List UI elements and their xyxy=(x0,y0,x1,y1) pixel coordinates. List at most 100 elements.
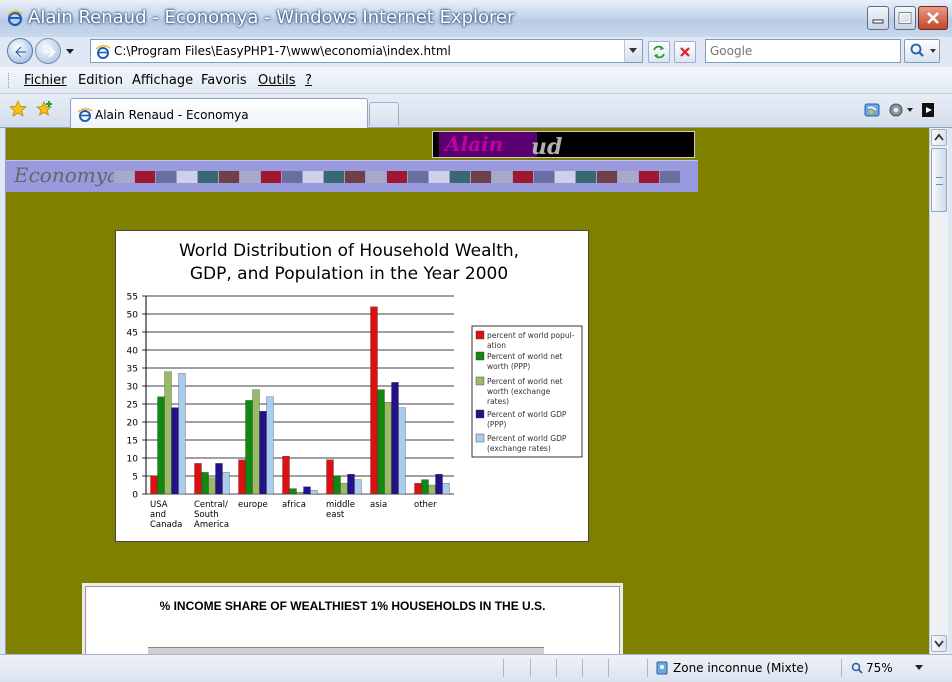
refresh-button[interactable] xyxy=(648,41,670,63)
security-zone-text[interactable]: Zone inconnue (Mixte) xyxy=(673,661,809,675)
zoom-level[interactable]: 75% xyxy=(866,661,893,675)
stripe-segment xyxy=(345,171,365,183)
stripe-segment xyxy=(576,171,596,183)
y-tick-label: 0 xyxy=(132,491,138,501)
y-tick-label: 15 xyxy=(127,437,138,447)
page-content[interactable]: Alain ud Economya World Distribution of … xyxy=(5,128,929,654)
stripe-segment xyxy=(555,171,575,183)
stripe-segment xyxy=(261,171,281,183)
stripe-segment xyxy=(282,171,302,183)
chart-bar xyxy=(326,459,334,495)
toolbar-grip[interactable] xyxy=(8,73,11,88)
stripe-segment xyxy=(429,171,449,183)
chart-svg: World Distribution of Household Wealth, G… xyxy=(127,241,583,530)
menu-affichage[interactable]: Affichage xyxy=(132,73,193,88)
legend-swatch xyxy=(475,433,485,443)
close-icon xyxy=(927,12,939,24)
search-box[interactable] xyxy=(705,39,901,63)
search-input[interactable] xyxy=(710,41,890,61)
favorites-star-icon[interactable] xyxy=(9,100,27,118)
income-chart-base xyxy=(148,647,544,654)
minimize-button[interactable] xyxy=(867,6,889,30)
scroll-thumb[interactable] xyxy=(931,148,947,212)
chart-bar xyxy=(303,486,311,495)
status-divider xyxy=(841,659,842,677)
stripe-segment xyxy=(639,171,659,183)
legend-label: ation xyxy=(487,341,506,350)
legend-label: rates) xyxy=(487,397,509,406)
chart-bar xyxy=(347,474,355,495)
chart-bar xyxy=(391,382,399,495)
research-icon[interactable] xyxy=(920,100,938,120)
menu-favoris[interactable]: Favoris xyxy=(201,73,247,88)
legend-label: (exchange rates) xyxy=(487,444,551,453)
stripe-segment xyxy=(135,171,155,183)
chart-bar xyxy=(238,459,246,495)
status-divider xyxy=(582,659,583,677)
menu-affichage-label: Affichage xyxy=(132,73,194,88)
stripe-segment xyxy=(660,171,680,183)
tab-bar: Alain Renaud - Economya xyxy=(0,94,952,128)
stripe-segment xyxy=(618,171,638,183)
add-favorite-icon[interactable] xyxy=(36,100,54,118)
menu-fichier-label: Fichier xyxy=(24,73,67,88)
menu-edition[interactable]: Edition xyxy=(78,73,123,88)
tab-economya[interactable]: Alain Renaud - Economya xyxy=(70,98,368,128)
stripe-segment xyxy=(324,171,344,183)
chart-bar xyxy=(310,490,318,495)
chart-bar xyxy=(333,475,341,495)
tab-label: Alain Renaud - Economya xyxy=(95,108,249,122)
scroll-up-button[interactable] xyxy=(931,129,947,146)
scroll-down-button[interactable] xyxy=(931,635,947,652)
income-chart-title: % INCOME SHARE OF WEALTHIEST 1% HOUSEHOL… xyxy=(159,599,546,613)
chart-bar xyxy=(282,456,290,495)
menu-fichier[interactable]: Fichier xyxy=(24,73,67,88)
y-tick-label: 20 xyxy=(127,419,139,429)
recent-pages-dropdown-icon[interactable] xyxy=(64,45,76,57)
menu-help[interactable]: ? xyxy=(305,73,312,88)
stripe-segment xyxy=(471,171,491,183)
vertical-scrollbar[interactable] xyxy=(929,128,948,654)
chart-bar xyxy=(171,407,179,495)
address-dropdown-button[interactable] xyxy=(624,40,642,62)
menu-bar: Fichier Edition Affichage Favoris Outils… xyxy=(0,67,952,94)
y-tick-label: 25 xyxy=(127,401,138,411)
menu-edition-label: Edition xyxy=(78,73,123,88)
forward-button[interactable] xyxy=(35,38,61,64)
chart-bar xyxy=(398,407,406,495)
stripe-segment xyxy=(366,171,386,183)
address-bar[interactable]: C:\Program Files\EasyPHP1-7\www\economia… xyxy=(90,39,643,63)
window-title-bar[interactable]: Alain Renaud - Economya - Windows Intern… xyxy=(0,0,952,37)
address-url[interactable]: C:\Program Files\EasyPHP1-7\www\economia… xyxy=(114,44,451,58)
zoom-icon[interactable] xyxy=(851,662,863,674)
status-divider xyxy=(608,659,609,677)
chart-bar xyxy=(414,483,422,495)
menu-favoris-label: Favoris xyxy=(201,73,247,88)
maximize-button[interactable] xyxy=(894,6,916,30)
y-tick-label: 50 xyxy=(127,311,139,321)
status-divider xyxy=(530,659,531,677)
menu-help-label: ? xyxy=(305,73,312,88)
close-window-button[interactable] xyxy=(918,6,948,30)
site-name: Economya xyxy=(14,163,119,187)
x-tick-label: America xyxy=(194,520,229,530)
stripe-segment xyxy=(240,171,260,183)
ie-logo-icon xyxy=(7,10,23,27)
x-tick-label: Canada xyxy=(150,520,182,530)
back-button[interactable] xyxy=(7,38,33,64)
chart-bar xyxy=(377,389,385,495)
scroll-thumb-grip xyxy=(936,177,943,185)
legend-swatch xyxy=(475,409,485,419)
new-tab-button[interactable] xyxy=(369,102,399,126)
x-tick-label: Central/ xyxy=(194,500,228,510)
search-icon xyxy=(910,43,936,57)
y-tick-label: 30 xyxy=(127,383,139,393)
stop-button[interactable] xyxy=(674,41,696,63)
minimize-icon xyxy=(872,19,884,24)
tools-gear-icon[interactable] xyxy=(887,100,915,120)
zoom-dropdown-icon[interactable] xyxy=(914,664,924,672)
security-zone-icon[interactable] xyxy=(655,661,669,675)
menu-outils[interactable]: Outils xyxy=(258,73,296,88)
home-feeds-icon[interactable] xyxy=(863,101,883,119)
search-button[interactable] xyxy=(904,39,940,63)
